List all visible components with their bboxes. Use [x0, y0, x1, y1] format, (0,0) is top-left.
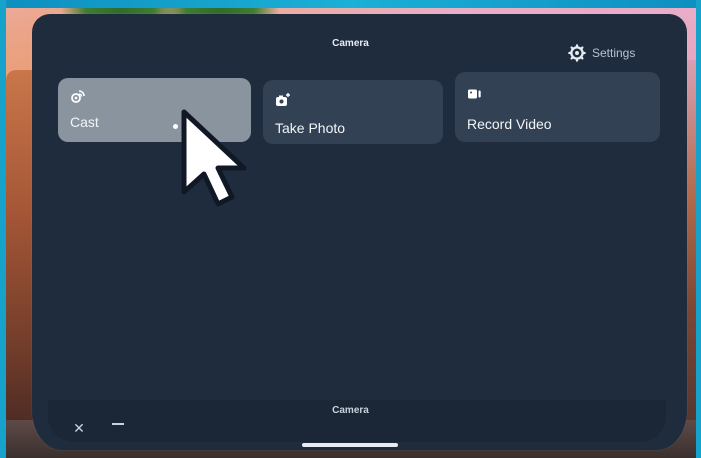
window-grab-bar[interactable]	[302, 443, 398, 447]
minimize-icon[interactable]	[112, 423, 124, 425]
cast-icon	[71, 90, 85, 103]
action-tiles: Cast Take Photo Record Video	[58, 72, 662, 144]
screen-frame-top	[0, 0, 701, 8]
footer-title: Camera	[332, 405, 369, 416]
record-video-label: Record Video	[467, 116, 552, 132]
gear-icon	[568, 44, 586, 62]
take-photo-button[interactable]: Take Photo	[263, 80, 443, 144]
camera-icon	[276, 93, 290, 106]
take-photo-label: Take Photo	[275, 120, 346, 136]
video-camera-icon	[468, 89, 481, 99]
mouse-pointer-icon	[181, 109, 247, 207]
cast-label: Cast	[70, 114, 99, 130]
close-icon[interactable]: ✕	[72, 421, 86, 435]
screen-frame-right	[696, 0, 701, 458]
record-video-button[interactable]: Record Video	[455, 72, 660, 142]
settings-label: Settings	[592, 46, 636, 60]
settings-button[interactable]: Settings	[568, 44, 635, 62]
screen-frame-left	[0, 0, 6, 458]
